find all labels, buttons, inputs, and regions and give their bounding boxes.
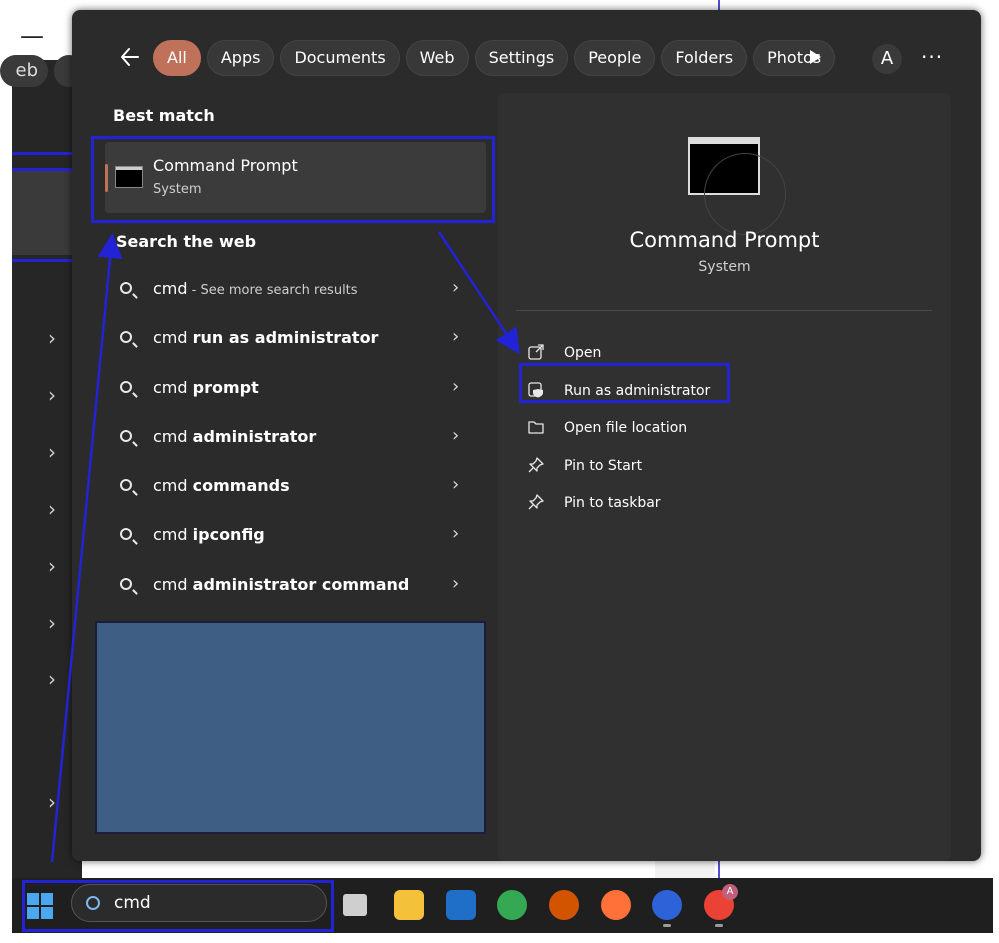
annotation-arrows [50, 231, 520, 863]
arrow-to-best-match [50, 233, 123, 863]
arrow-to-run-as-admin [437, 231, 520, 355]
